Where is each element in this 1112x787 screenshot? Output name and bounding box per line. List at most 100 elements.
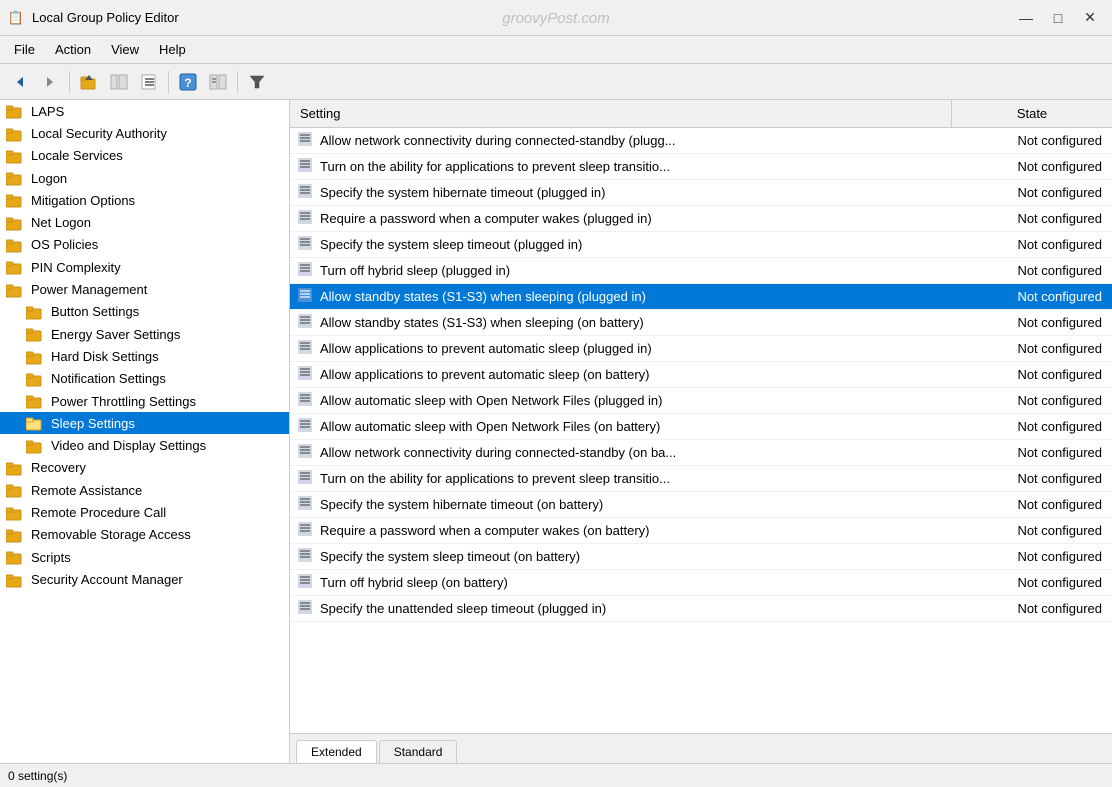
row-state-text: Not configured [952, 467, 1112, 490]
menu-action[interactable]: Action [45, 39, 101, 60]
table-row[interactable]: Turn on the ability for applications to … [290, 154, 1112, 180]
table-row[interactable]: Turn on the ability for applications to … [290, 466, 1112, 492]
table-header: Setting State [290, 100, 1112, 128]
table-row[interactable]: Allow standby states (S1-S3) when sleepi… [290, 310, 1112, 336]
table-row[interactable]: Allow standby states (S1-S3) when sleepi… [290, 284, 1112, 310]
table-row[interactable]: Specify the system sleep timeout (plugge… [290, 232, 1112, 258]
menu-file[interactable]: File [4, 39, 45, 60]
folder-icon [6, 148, 22, 164]
table-row[interactable]: Specify the system hibernate timeout (on… [290, 492, 1112, 518]
folder-icon [6, 527, 22, 543]
row-setting-text: Allow applications to prevent automatic … [320, 363, 952, 386]
tab-extended[interactable]: Extended [296, 740, 377, 763]
row-setting-text: Allow automatic sleep with Open Network … [320, 415, 952, 438]
folder-icon [6, 571, 22, 587]
table-row[interactable]: Turn off hybrid sleep (on battery)Not co… [290, 570, 1112, 596]
sidebar-item-pin-complexity[interactable]: PIN Complexity [0, 256, 289, 278]
row-policy-icon [298, 184, 312, 201]
sidebar-item-hard-disk-settings[interactable]: Hard Disk Settings [0, 345, 289, 367]
sidebar-item-scripts[interactable]: Scripts [0, 546, 289, 568]
show-hide-tree-button[interactable] [105, 68, 133, 96]
table-row[interactable]: Specify the unattended sleep timeout (pl… [290, 596, 1112, 622]
folder-up-button[interactable] [75, 68, 103, 96]
sidebar-item-security-account-manager[interactable]: Security Account Manager [0, 568, 289, 590]
folder-icon [26, 348, 42, 364]
row-state-text: Not configured [952, 519, 1112, 542]
table-row[interactable]: Allow automatic sleep with Open Network … [290, 388, 1112, 414]
row-policy-icon [298, 236, 312, 253]
sidebar-item-label: Local Security Authority [31, 126, 167, 141]
row-policy-icon [298, 600, 312, 617]
sidebar-item-label: OS Policies [31, 237, 98, 252]
show-button[interactable] [135, 68, 163, 96]
sidebar-item-label: Video and Display Settings [51, 438, 206, 453]
watermark: groovyPost.com [502, 10, 610, 27]
sidebar-item-remote-assistance[interactable]: Remote Assistance [0, 479, 289, 501]
sidebar-item-locale-services[interactable]: Locale Services [0, 145, 289, 167]
sidebar-item-label: Scripts [31, 550, 71, 565]
sidebar-item-logon[interactable]: Logon [0, 167, 289, 189]
table-row[interactable]: Require a password when a computer wakes… [290, 518, 1112, 544]
sidebar-item-sleep-settings[interactable]: Sleep Settings [0, 412, 289, 434]
filter-button[interactable] [243, 68, 271, 96]
folder-icon [26, 304, 42, 320]
status-bar: 0 setting(s) [0, 763, 1112, 787]
menu-help[interactable]: Help [149, 39, 196, 60]
sidebar-item-local-security-authority[interactable]: Local Security Authority [0, 122, 289, 144]
row-policy-icon [298, 574, 312, 591]
table-row[interactable]: Allow applications to prevent automatic … [290, 336, 1112, 362]
sidebar-item-os-policies[interactable]: OS Policies [0, 234, 289, 256]
sidebar-item-label: Remote Procedure Call [31, 505, 166, 520]
sidebar-item-label: Energy Saver Settings [51, 327, 180, 342]
table-row[interactable]: Require a password when a computer wakes… [290, 206, 1112, 232]
sidebar-item-recovery[interactable]: Recovery [0, 457, 289, 479]
row-setting-text: Specify the system hibernate timeout (on… [320, 493, 952, 516]
table-row[interactable]: Specify the system hibernate timeout (pl… [290, 180, 1112, 206]
maximize-button[interactable]: □ [1044, 8, 1072, 28]
row-state-text: Not configured [952, 571, 1112, 594]
sidebar-item-notification-settings[interactable]: Notification Settings [0, 368, 289, 390]
row-state-text: Not configured [952, 363, 1112, 386]
row-setting-text: Turn off hybrid sleep (on battery) [320, 571, 952, 594]
toolbar-separator-1 [69, 71, 70, 93]
row-state-text: Not configured [952, 259, 1112, 282]
folder-icon [6, 549, 22, 565]
table-row[interactable]: Turn off hybrid sleep (plugged in)Not co… [290, 258, 1112, 284]
sidebar-item-laps[interactable]: LAPS [0, 100, 289, 122]
close-button[interactable]: ✕ [1076, 8, 1104, 28]
tab-standard[interactable]: Standard [379, 740, 458, 763]
row-state-text: Not configured [952, 545, 1112, 568]
sidebar-item-button-settings[interactable]: Button Settings [0, 301, 289, 323]
extended-button[interactable] [204, 68, 232, 96]
sidebar-item-label: Button Settings [51, 304, 139, 319]
row-policy-icon [298, 522, 312, 539]
row-policy-icon [298, 288, 312, 305]
table-row[interactable]: Specify the system sleep timeout (on bat… [290, 544, 1112, 570]
sidebar-item-power-management[interactable]: Power Management [0, 278, 289, 300]
sidebar-item-label: Sleep Settings [51, 416, 135, 431]
row-policy-icon [298, 444, 312, 461]
minimize-button[interactable]: — [1012, 8, 1040, 28]
sidebar-item-power-throttling-settings[interactable]: Power Throttling Settings [0, 390, 289, 412]
table-row[interactable]: Allow automatic sleep with Open Network … [290, 414, 1112, 440]
sidebar-item-mitigation-options[interactable]: Mitigation Options [0, 189, 289, 211]
help-button[interactable]: ? [174, 68, 202, 96]
sidebar-item-label: LAPS [31, 104, 64, 119]
sidebar-item-video-and-display-settings[interactable]: Video and Display Settings [0, 434, 289, 456]
row-policy-icon [298, 314, 312, 331]
sidebar-item-remote-procedure-call[interactable]: Remote Procedure Call [0, 501, 289, 523]
sidebar-item-net-logon[interactable]: Net Logon [0, 211, 289, 233]
sidebar-item-energy-saver-settings[interactable]: Energy Saver Settings [0, 323, 289, 345]
row-policy-icon [298, 132, 312, 149]
back-button[interactable] [6, 68, 34, 96]
table-row[interactable]: Allow network connectivity during connec… [290, 128, 1112, 154]
menu-bar: File Action View Help [0, 36, 1112, 64]
forward-button[interactable] [36, 68, 64, 96]
menu-view[interactable]: View [101, 39, 149, 60]
sidebar-item-label: Mitigation Options [31, 193, 135, 208]
row-setting-text: Specify the unattended sleep timeout (pl… [320, 597, 952, 620]
table-row[interactable]: Allow network connectivity during connec… [290, 440, 1112, 466]
row-setting-text: Specify the system sleep timeout (plugge… [320, 233, 952, 256]
table-row[interactable]: Allow applications to prevent automatic … [290, 362, 1112, 388]
sidebar-item-removable-storage-access[interactable]: Removable Storage Access [0, 524, 289, 546]
